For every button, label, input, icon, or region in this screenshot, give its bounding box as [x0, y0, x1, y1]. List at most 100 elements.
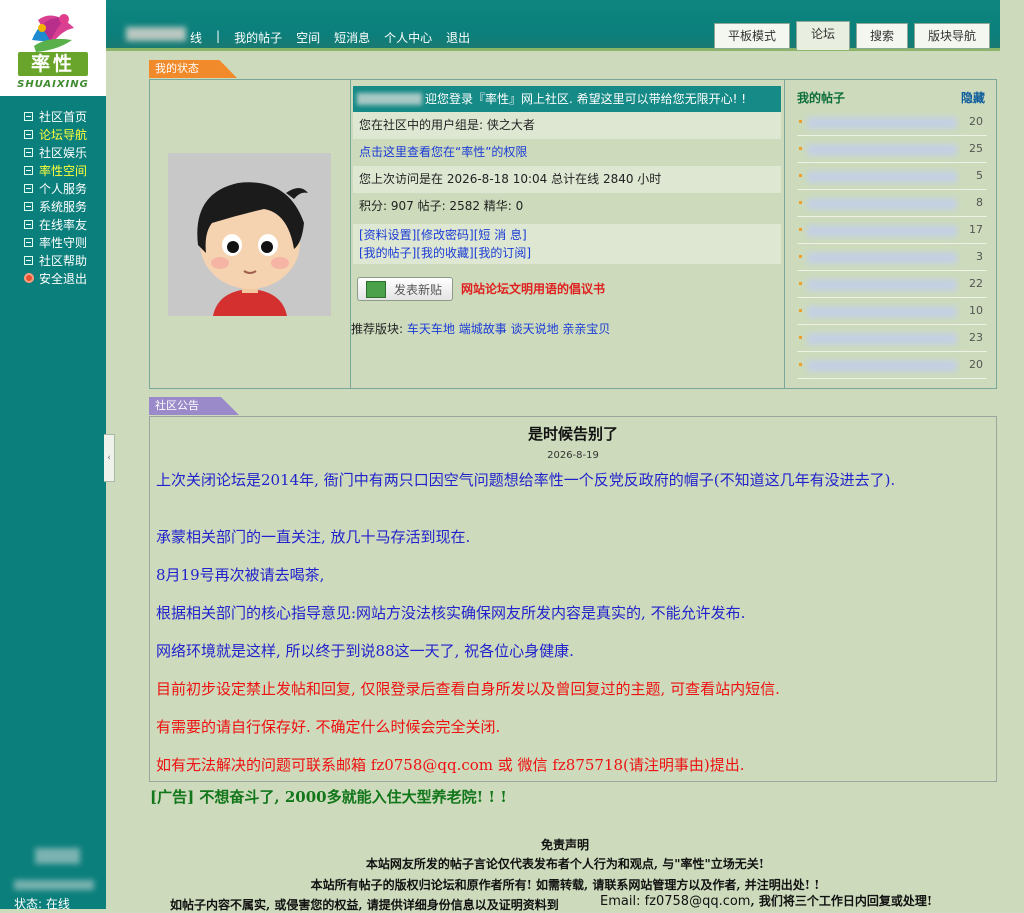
- top-link-user-center[interactable]: 个人中心: [384, 29, 432, 46]
- disclaimer-text: 如帖子内容不属实, 或侵害您的权益, 请提供详细身份信息以及证明资料到: [170, 898, 559, 912]
- top-link-messages[interactable]: 短消息: [334, 29, 370, 46]
- my-post-row[interactable]: 22: [797, 271, 987, 298]
- disclaimer-line: 本站网友所发的帖子言论仅代表发布者个人行为和观点, 与"率性"立场无关!: [365, 857, 765, 871]
- minus-box-icon: [24, 201, 33, 211]
- ad-link[interactable]: [广告] 不想奋斗了, 2000多就能入住大型养老院! ! !: [150, 786, 507, 807]
- announcement-paragraph: 网络环境就是这样, 所以终于到说88这一天了, 祝各位心身健康.: [156, 642, 574, 660]
- sidebar-item[interactable]: 社区首页: [24, 107, 87, 125]
- welcome-bar: 迎您登录『率性』网上社区. 希望这里可以带给您无限开心! !: [353, 86, 781, 112]
- redacted-post-title: [807, 252, 957, 264]
- messages-link[interactable]: [短 消 息]: [474, 228, 527, 242]
- board-link[interactable]: 车天车地: [407, 322, 455, 336]
- new-post-button[interactable]: 发表新贴: [357, 277, 453, 301]
- user-links: [资料设置][修改密码][短 消 息] [我的帖子][我的收藏][我的订阅]: [353, 224, 781, 264]
- post-reply-count: 22: [969, 277, 983, 290]
- last-visit-row: 您上次访问是在 2026-8-18 10:04 总计在线 2840 小时: [353, 166, 781, 193]
- top-link-my-posts[interactable]: 我的帖子: [234, 29, 282, 46]
- sidebar-item[interactable]: 安全退出: [24, 269, 87, 287]
- post-reply-count: 20: [969, 358, 983, 371]
- sidebar-item[interactable]: 在线率友: [24, 215, 87, 233]
- minus-box-icon: [24, 129, 33, 139]
- post-reply-count: 25: [969, 142, 983, 155]
- sidebar-item[interactable]: 个人服务: [24, 179, 87, 197]
- post-reply-count: 3: [976, 250, 983, 263]
- disclaimer-email: Email: fz0758@qq.com, 我们将三个工作日内回复或处理!: [600, 892, 933, 909]
- logo[interactable]: 率性 SHUAIXING: [0, 0, 106, 96]
- my-post-row[interactable]: 5: [797, 163, 987, 190]
- logo-text: 率性: [18, 52, 88, 76]
- logo-subtext: SHUAIXING: [17, 79, 89, 90]
- my-post-row[interactable]: 23: [797, 325, 987, 352]
- sidebar-item[interactable]: 率性空间: [24, 161, 87, 179]
- my-favorites-link[interactable]: [我的收藏]: [416, 246, 473, 260]
- sidebar-item-label: 个人服务: [39, 181, 88, 196]
- user-group-row: 您在社区中的用户组是: 侠之大者: [353, 112, 781, 139]
- sidebar-redacted-info: [14, 880, 94, 890]
- avatar-cartoon-icon: [168, 153, 331, 316]
- change-password-link[interactable]: [修改密码]: [416, 228, 473, 242]
- sidebar-collapse-toggle[interactable]: ‹: [104, 434, 115, 482]
- logo-art-icon: [32, 14, 74, 52]
- sidebar-item[interactable]: 论坛导航: [24, 125, 87, 143]
- exit-icon: [24, 273, 34, 283]
- email-link[interactable]: Email: fz0758@qq.com: [600, 894, 750, 909]
- disclaimer-line: 本站所有帖子的版权归论坛和原作者所有! 如需转载, 请联系网站管理方以及作者, …: [310, 878, 820, 892]
- stats-row: 积分: 907 帖子: 2582 精华: 0: [359, 199, 524, 213]
- my-post-row[interactable]: 3: [797, 244, 987, 271]
- rights-link[interactable]: 点击这里查看您在“率性”的权限: [359, 145, 527, 159]
- tab-search[interactable]: 搜索: [856, 23, 908, 49]
- post-reply-count: 8: [976, 196, 983, 209]
- board-link[interactable]: 谈天说地: [511, 322, 559, 336]
- my-posts-title: 我的帖子: [797, 91, 846, 105]
- sidebar-item-label: 在线率友: [39, 217, 88, 232]
- announcement-paragraph: 上次关闭论坛是2014年, 衙门中有两只口因空气问题想给率性一个反党反政府的帽子…: [156, 471, 896, 489]
- hide-button[interactable]: 隐藏: [961, 89, 985, 106]
- online-link[interactable]: 线: [190, 29, 202, 46]
- top-link-logout[interactable]: 退出: [446, 29, 470, 46]
- tab-board-nav[interactable]: 版块导航: [914, 23, 990, 49]
- user-info: 迎您登录『率性』网上社区. 希望这里可以带给您无限开心! ! 您在社区中的用户组…: [351, 80, 781, 388]
- top-link-space[interactable]: 空间: [296, 29, 320, 46]
- sidebar-item-label: 率性空间: [39, 163, 88, 178]
- post-reply-count: 10: [969, 304, 983, 317]
- disclaimer-tail: , 我们将三个工作日内回复或处理!: [750, 894, 933, 908]
- sidebar-item[interactable]: 系统服务: [24, 197, 87, 215]
- tab-forum[interactable]: 论坛: [796, 21, 850, 50]
- my-post-row[interactable]: 17: [797, 217, 987, 244]
- sidebar-item-label: 社区首页: [39, 109, 88, 124]
- sidebar-redacted-user: [35, 848, 80, 864]
- sidebar-status: 状态: 在线: [14, 897, 70, 911]
- announcement-paragraph: 8月19号再次被请去喝茶,: [156, 566, 325, 584]
- my-subscriptions-link[interactable]: [我的订阅]: [474, 246, 531, 260]
- profile-settings-link[interactable]: [资料设置]: [359, 228, 416, 242]
- post-reply-count: 20: [969, 115, 983, 128]
- announcement-title: 是时候告别了: [527, 425, 618, 443]
- minus-box-icon: [24, 165, 33, 175]
- top-separator: |: [216, 29, 221, 43]
- bullet-icon: [799, 174, 802, 177]
- my-post-row[interactable]: 20: [797, 109, 987, 136]
- civility-proposal-link[interactable]: 网站论坛文明用语的倡议书: [461, 280, 605, 297]
- bullet-icon: [799, 336, 802, 339]
- disclaimer-title: 免责声明: [540, 838, 589, 852]
- minus-box-icon: [24, 237, 33, 247]
- announcement-paragraph-red: 有需要的请自行保存好. 不确定什么时候会完全关闭.: [156, 718, 501, 736]
- sidebar-item[interactable]: 社区娱乐: [24, 143, 87, 161]
- avatar[interactable]: [168, 153, 331, 316]
- my-post-row[interactable]: 10: [797, 298, 987, 325]
- my-post-row[interactable]: 20: [797, 352, 987, 379]
- my-post-row[interactable]: 25: [797, 136, 987, 163]
- sidebar-item[interactable]: 社区帮助: [24, 251, 87, 269]
- board-link[interactable]: 端城故事: [459, 322, 507, 336]
- sidebar-item[interactable]: 率性守则: [24, 233, 87, 251]
- minus-box-icon: [24, 183, 33, 193]
- announcement-paragraph: 根据相关部门的核心指导意见:网站方没法核实确保网友所发内容是真实的, 不能允许发…: [156, 604, 746, 622]
- my-post-row[interactable]: 8: [797, 190, 987, 217]
- bullet-icon: [799, 363, 802, 366]
- tab-tablet-mode[interactable]: 平板模式: [714, 23, 790, 49]
- rights-row: 点击这里查看您在“率性”的权限: [353, 139, 781, 166]
- recommended-boards: 推荐版块: 车天车地 端城故事 谈天说地 亲亲宝贝: [351, 320, 610, 337]
- my-posts-link[interactable]: [我的帖子]: [359, 246, 416, 260]
- sidebar-item-label: 率性守则: [39, 235, 88, 250]
- board-link[interactable]: 亲亲宝贝: [562, 322, 610, 336]
